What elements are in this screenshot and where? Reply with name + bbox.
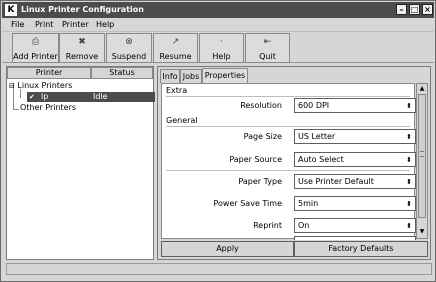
menu-file[interactable]: File [11, 20, 24, 30]
combo-arrows-icon: ⬍ [406, 222, 412, 230]
reprint-value: On [298, 221, 310, 230]
paper-source-select[interactable]: Auto Select ⬍ [294, 152, 416, 167]
tree-item-other-printers[interactable]: Other Printers [20, 103, 76, 113]
suspend-button[interactable]: ⊗ Suspend [106, 33, 152, 63]
printer-group-icon: ⊟ [9, 82, 15, 90]
resume-icon: ↗ [171, 37, 180, 47]
properties-scrollbar[interactable]: ▲ ▼ [416, 83, 428, 239]
page-size-value: US Letter [298, 132, 336, 141]
printer-tree-panel: Printer Status ⊟ Linux Printers ✔ lp Idl… [6, 66, 155, 260]
tree-connector [13, 109, 19, 110]
resume-button[interactable]: ↗ Resume [153, 33, 198, 63]
quit-label: Quit [259, 52, 276, 61]
add-printer-button[interactable]: ⎙ Add Printer [12, 33, 59, 63]
remove-icon: ✖ [78, 37, 86, 47]
group-divider [166, 96, 410, 97]
printer-status: Idle [93, 92, 108, 101]
group-divider [166, 126, 410, 127]
property-label-power-save-time: Power Save Time [213, 199, 283, 208]
help-button[interactable]: · Help [199, 33, 244, 63]
property-label-paper-type: Paper Type [238, 177, 282, 186]
power-save-time-select[interactable]: 5min ⬍ [294, 196, 416, 211]
remove-button[interactable]: ✖ Remove [59, 33, 105, 63]
scrollbar-thumb[interactable] [418, 94, 426, 218]
menu-print[interactable]: Print [35, 20, 53, 30]
combo-arrows-icon: ⬍ [406, 200, 412, 208]
column-header-status[interactable]: Status [91, 67, 153, 79]
property-label-page-size: Page Size [243, 132, 282, 141]
minimize-button[interactable]: – [396, 4, 407, 15]
property-label-resolution: Resolution [240, 101, 282, 110]
grip-icon [420, 151, 424, 157]
toolbar: ⎙ Add Printer ✖ Remove ⊗ Suspend ↗ Resum… [2, 31, 434, 63]
printer-config-window: K Linux Printer Configuration – □ × File… [0, 0, 436, 282]
combo-arrows-icon: ⬍ [406, 156, 412, 164]
printer-details-panel: Info Jobs Properties Extra Resolution 60… [157, 66, 431, 260]
paper-type-value: Use Printer Default [298, 177, 374, 186]
quit-icon: ⇤ [263, 37, 272, 47]
add-printer-label: Add Printer [13, 52, 58, 61]
next-property-select[interactable] [294, 236, 416, 240]
printer-add-icon: ⎙ [31, 37, 40, 47]
suspend-label: Suspend [111, 52, 147, 61]
menu-printer[interactable]: Printer [62, 20, 89, 30]
reprint-select[interactable]: On ⬍ [294, 218, 416, 233]
tree-label-linux-printers: Linux Printers [17, 81, 73, 90]
status-bar [6, 263, 432, 275]
group-divider [166, 170, 410, 171]
tree-item-lp[interactable]: ✔ lp Idle [27, 92, 155, 102]
app-logo-icon[interactable]: K [5, 4, 17, 16]
combo-arrows-icon: ⬍ [406, 133, 412, 141]
resolution-value: 600 DPI [298, 101, 330, 110]
tree-label-other-printers: Other Printers [20, 103, 77, 112]
window-title: Linux Printer Configuration [21, 5, 144, 14]
tree-item-linux-printers[interactable]: ⊟ Linux Printers [9, 81, 72, 91]
combo-arrows-icon: ⬍ [406, 102, 412, 110]
group-label-general: General [166, 116, 198, 125]
help-label: Help [212, 52, 231, 61]
properties-panel: Extra Resolution 600 DPI ⬍ General Page … [161, 83, 416, 240]
property-label-reprint: Reprint [253, 221, 282, 230]
title-bar[interactable]: K Linux Printer Configuration – □ × [2, 2, 434, 18]
suspend-icon: ⊗ [125, 37, 133, 47]
printer-icon: ✔ [29, 93, 35, 101]
factory-defaults-button[interactable]: Factory Defaults [294, 241, 428, 257]
close-button[interactable]: × [422, 4, 433, 15]
resolution-select[interactable]: 600 DPI ⬍ [294, 98, 416, 113]
column-header-printer[interactable]: Printer [7, 67, 91, 79]
quit-button[interactable]: ⇤ Quit [245, 33, 290, 63]
paper-type-select[interactable]: Use Printer Default ⬍ [294, 174, 416, 189]
remove-label: Remove [65, 52, 99, 61]
paper-source-value: Auto Select [298, 155, 344, 164]
scroll-up-arrow-icon[interactable]: ▲ [418, 85, 426, 93]
combo-arrows-icon: ⬍ [406, 178, 412, 186]
resume-label: Resume [159, 52, 192, 61]
menu-bar: File Print Printer Help [2, 19, 434, 31]
group-label-extra: Extra [166, 86, 188, 95]
maximize-button[interactable]: □ [409, 4, 420, 15]
menu-help[interactable]: Help [96, 20, 114, 30]
scroll-down-arrow-icon[interactable]: ▼ [418, 228, 426, 236]
tab-properties[interactable]: Properties [202, 68, 248, 83]
tab-jobs[interactable]: Jobs [180, 69, 202, 83]
power-save-time-value: 5min [298, 199, 319, 208]
tab-info[interactable]: Info [160, 69, 180, 83]
page-size-select[interactable]: US Letter ⬍ [294, 129, 416, 144]
help-icon: · [220, 37, 223, 47]
property-label-paper-source: Paper Source [229, 155, 282, 164]
apply-button[interactable]: Apply [161, 241, 294, 257]
printer-name: lp [41, 92, 49, 101]
